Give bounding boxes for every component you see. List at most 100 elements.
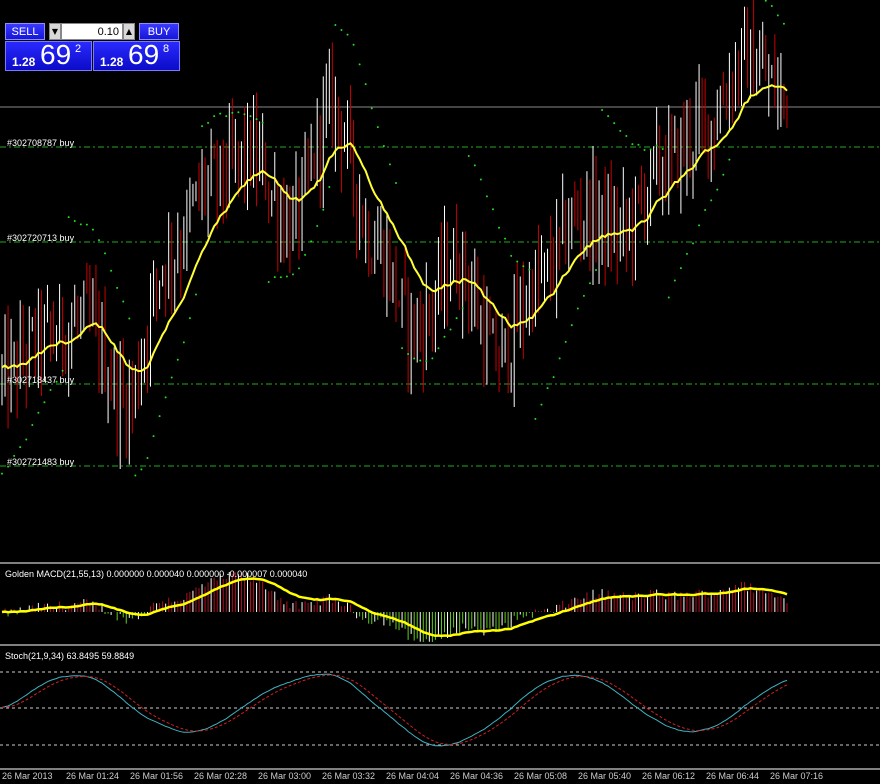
chart-window[interactable]: #302708787 buy #302720713 buy #302718437…	[0, 0, 880, 781]
sar-dot	[607, 115, 610, 118]
sar-dot	[104, 252, 107, 255]
sar-dot	[207, 121, 210, 124]
buy-button[interactable]: BUY	[139, 23, 179, 40]
order-label-4[interactable]: #302721483 buy	[7, 457, 74, 467]
sar-dot	[473, 164, 476, 167]
sar-dot	[73, 219, 76, 222]
sar-dot	[704, 208, 707, 211]
sar-dot	[419, 359, 422, 362]
sar-dot	[643, 149, 646, 152]
sar-dot	[558, 357, 561, 360]
sar-dot	[425, 360, 428, 363]
sar-dot	[273, 276, 276, 279]
order-label-2[interactable]: #302720713 buy	[7, 233, 74, 243]
sar-dot	[152, 435, 155, 438]
sar-dot	[352, 43, 355, 46]
chart-canvas[interactable]	[0, 0, 880, 780]
sar-dot	[770, 5, 773, 8]
sar-dot	[376, 126, 379, 129]
lot-size-input[interactable]	[61, 23, 123, 40]
sar-dot	[43, 401, 46, 404]
sar-dot	[182, 341, 185, 344]
sar-dot	[279, 276, 282, 279]
chevron-up-icon: ▲	[125, 27, 133, 36]
sar-dot	[619, 129, 622, 132]
sar-dot	[37, 411, 40, 414]
sar-dot	[158, 415, 161, 418]
sar-dot	[213, 115, 216, 118]
sar-dot	[188, 317, 191, 320]
macd-indicator-label: Golden MACD(21,55,13) 0.000000 0.000040 …	[5, 569, 308, 579]
stoch-indicator-label: Stoch(21,9,34) 63.8495 59.8849	[5, 651, 135, 661]
sar-dot	[491, 208, 494, 211]
sar-dot	[19, 446, 22, 449]
sar-dot	[1, 472, 3, 475]
buy-price-pip: 8	[163, 43, 170, 55]
one-click-trading-panel: SELL ▼ ▲ BUY 1.28 69 2 1.28 69 8	[5, 23, 180, 71]
sar-dot	[310, 240, 313, 243]
sar-dot	[316, 225, 319, 228]
sar-dot	[395, 182, 397, 185]
sar-dot	[431, 357, 434, 360]
sar-dot	[79, 223, 82, 226]
sar-dot	[225, 115, 228, 118]
sar-dot	[249, 115, 252, 118]
sar-dot	[201, 125, 204, 128]
sar-dot	[334, 24, 337, 27]
sell-price-pip: 2	[75, 43, 82, 55]
sar-dot	[140, 468, 143, 471]
sar-dot	[673, 279, 676, 282]
sar-dot	[85, 223, 88, 226]
sar-dot	[164, 396, 167, 399]
sar-dot	[782, 22, 785, 25]
sar-dot	[67, 216, 70, 219]
lot-increase-button[interactable]: ▲	[123, 23, 135, 40]
sar-dot	[231, 111, 234, 114]
chevron-down-icon: ▼	[51, 27, 59, 36]
sar-dot	[552, 376, 555, 379]
sar-dot	[146, 457, 149, 460]
sell-price-big: 69	[40, 39, 72, 70]
sar-dot	[661, 147, 664, 150]
sar-dot	[116, 286, 119, 289]
sar-dot	[128, 317, 131, 320]
sar-dot	[298, 267, 301, 270]
sell-price-prefix: 1.28	[12, 55, 36, 69]
sar-dot	[595, 269, 598, 272]
sell-price-box[interactable]: 1.28 69 2	[5, 39, 92, 71]
sar-dot	[358, 63, 361, 66]
sar-dot	[776, 14, 779, 17]
sar-dot	[261, 121, 264, 124]
sar-dot	[564, 340, 567, 343]
sar-dot	[546, 387, 549, 390]
sar-dot	[625, 135, 628, 138]
sar-dot	[370, 107, 373, 110]
sar-dot	[710, 199, 713, 202]
sar-dot	[485, 195, 488, 198]
sar-dot	[576, 307, 579, 310]
sar-dot	[322, 208, 325, 211]
sar-dot	[692, 242, 695, 245]
sar-dot	[304, 253, 307, 256]
sar-dot	[122, 300, 125, 303]
sar-dot	[25, 438, 28, 441]
sar-dot	[382, 144, 385, 147]
sar-dot	[170, 376, 173, 379]
sar-dot	[407, 353, 410, 356]
sar-dot	[194, 293, 197, 296]
sar-dot	[698, 224, 701, 227]
sar-dot	[722, 173, 725, 176]
sar-dot	[522, 265, 525, 268]
sar-dot	[255, 118, 258, 121]
order-label-3[interactable]: #302718437 buy	[7, 375, 74, 385]
order-label-1[interactable]: #302708787 buy	[7, 138, 74, 148]
sar-dot	[504, 237, 507, 240]
sar-dot	[97, 239, 100, 242]
sar-dot	[613, 122, 616, 125]
sar-dot	[716, 188, 719, 191]
lot-decrease-button[interactable]: ▼	[49, 23, 61, 40]
sell-button[interactable]: SELL	[5, 23, 45, 40]
buy-price-box[interactable]: 1.28 69 8	[93, 39, 180, 71]
sar-dot	[328, 186, 331, 189]
sar-dot	[340, 28, 343, 31]
